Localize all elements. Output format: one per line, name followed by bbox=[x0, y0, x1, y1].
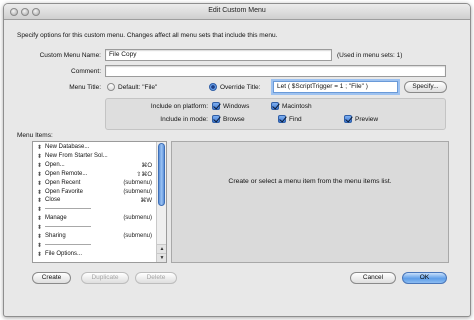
menu-item-shortcut: ⇧⌘O bbox=[136, 171, 152, 178]
duplicate-button[interactable]: Duplicate bbox=[81, 272, 129, 284]
title-bar: Edit Custom Menu bbox=[4, 4, 470, 20]
override-title-label: Override Title: bbox=[220, 84, 261, 91]
menu-item-row[interactable]: ⬍ New From Starter Sol... bbox=[33, 152, 155, 161]
default-title-radio[interactable] bbox=[107, 83, 115, 91]
menu-item-name: File Options... bbox=[45, 250, 83, 257]
macintosh-checkbox[interactable] bbox=[271, 102, 279, 110]
menu-item-row[interactable]: ⬍ Open Recent (submenu) bbox=[33, 179, 155, 188]
ok-button[interactable]: OK bbox=[402, 272, 447, 284]
drag-handle-icon[interactable]: ⬍ bbox=[37, 189, 42, 196]
used-in-menu-sets: (Used in menu sets: 1) bbox=[337, 52, 403, 59]
menu-item-shortcut: (submenu) bbox=[123, 188, 152, 195]
find-checkbox[interactable] bbox=[278, 115, 286, 123]
menu-title-label: Menu Title: bbox=[69, 84, 101, 91]
dialog-description: Specify options for this custom menu. Ch… bbox=[17, 32, 278, 39]
menu-item-name: ----------------------- bbox=[45, 206, 91, 213]
menu-item-row[interactable]: ⬍ Close ⌘W bbox=[33, 196, 155, 205]
browse-checkbox[interactable] bbox=[212, 115, 220, 123]
drag-handle-icon[interactable]: ⬍ bbox=[37, 162, 42, 169]
edit-custom-menu-dialog: Edit Custom Menu Specify options for thi… bbox=[3, 3, 471, 317]
delete-button[interactable]: Delete bbox=[135, 272, 177, 284]
menu-item-row[interactable]: ⬍ Sharing (submenu) bbox=[33, 232, 155, 241]
menu-items-list[interactable]: ⬍ New Database... ⬍ New From Starter Sol...… bbox=[32, 141, 167, 263]
menu-item-row[interactable]: ⬍ Open... ⌘O bbox=[33, 161, 155, 170]
menu-item-shortcut: ⌘O bbox=[141, 162, 152, 169]
find-label: Find bbox=[289, 116, 302, 123]
menu-item-detail-panel: Create or select a menu item from the me… bbox=[171, 141, 449, 263]
drag-handle-icon[interactable]: ⬍ bbox=[37, 171, 42, 178]
override-title-field[interactable]: Let ( $ScriptTrigger = 1 ; "File" ) bbox=[273, 81, 398, 93]
drag-handle-icon[interactable]: ⬍ bbox=[37, 206, 42, 213]
menu-item-shortcut: (submenu) bbox=[123, 233, 152, 239]
scroll-down-arrow-icon[interactable]: ▼ bbox=[157, 253, 166, 262]
windows-checkbox[interactable] bbox=[212, 102, 220, 110]
preview-checkbox[interactable] bbox=[344, 115, 352, 123]
override-title-radio[interactable] bbox=[209, 83, 217, 91]
menu-item-name: Sharing bbox=[45, 233, 66, 239]
include-mode-label: Include in mode: bbox=[160, 116, 208, 123]
window-title: Edit Custom Menu bbox=[208, 7, 266, 14]
scrollbar-thumb[interactable] bbox=[158, 143, 165, 206]
menu-item-row[interactable]: ⬍ File Options... bbox=[33, 250, 155, 259]
specify-button[interactable]: Specify... bbox=[404, 81, 447, 93]
drag-handle-icon[interactable]: ⬍ bbox=[37, 242, 42, 249]
drag-handle-icon[interactable]: ⬍ bbox=[37, 233, 42, 240]
comment-field[interactable] bbox=[105, 65, 446, 77]
menu-item-row[interactable]: ⬍ New Database... bbox=[33, 143, 155, 152]
menu-items-label: Menu Items: bbox=[17, 132, 53, 139]
menu-item-name: Open... bbox=[45, 161, 65, 168]
custom-menu-name-field[interactable]: File Copy bbox=[105, 49, 332, 61]
browse-label: Browse bbox=[223, 116, 245, 123]
menu-item-name: Close bbox=[45, 197, 61, 204]
drag-handle-icon[interactable]: ⬍ bbox=[37, 153, 42, 160]
create-button[interactable]: Create bbox=[32, 272, 71, 284]
drag-handle-icon[interactable]: ⬍ bbox=[37, 144, 42, 151]
preview-label: Preview bbox=[355, 116, 379, 123]
menu-item-row[interactable]: ⬍ Manage (submenu) bbox=[33, 214, 155, 223]
windows-label: Windows bbox=[223, 103, 250, 110]
drag-handle-icon[interactable]: ⬍ bbox=[37, 180, 42, 187]
menu-item-name: New Database... bbox=[45, 144, 90, 150]
menu-item-name: Manage bbox=[45, 215, 67, 222]
default-title-label: Default: "File" bbox=[118, 84, 158, 91]
menu-items-scrollbar[interactable]: ▲ ▼ bbox=[156, 142, 166, 262]
menu-item-shortcut: ⌘W bbox=[140, 198, 152, 205]
menu-item-name: Open Recent bbox=[45, 179, 81, 186]
custom-menu-name-label: Custom Menu Name: bbox=[39, 52, 101, 59]
menu-item-name: ----------------------- bbox=[45, 224, 91, 231]
menu-item-name: Open Remote... bbox=[45, 170, 88, 177]
drag-handle-icon[interactable]: ⬍ bbox=[37, 224, 42, 231]
menu-item-name: ----------------------- bbox=[45, 241, 91, 248]
menu-item-shortcut: (submenu) bbox=[123, 215, 152, 222]
drag-handle-icon[interactable]: ⬍ bbox=[37, 215, 42, 222]
drag-handle-icon[interactable]: ⬍ bbox=[37, 197, 42, 204]
menu-item-row[interactable]: ⬍ ----------------------- bbox=[33, 205, 155, 214]
menu-item-shortcut: (submenu) bbox=[123, 179, 152, 186]
cancel-button[interactable]: Cancel bbox=[350, 272, 396, 284]
menu-item-row[interactable]: ⬍ Open Favorite (submenu) bbox=[33, 188, 155, 197]
drag-handle-icon[interactable]: ⬍ bbox=[37, 251, 42, 258]
menu-item-row[interactable]: ⬍ Open Remote... ⇧⌘O bbox=[33, 170, 155, 179]
menu-item-row[interactable]: ⬍ ----------------------- bbox=[33, 241, 155, 250]
comment-label: Comment: bbox=[71, 68, 101, 75]
detail-panel-message: Create or select a menu item from the me… bbox=[228, 178, 392, 185]
scroll-up-arrow-icon[interactable]: ▲ bbox=[157, 244, 166, 253]
include-platform-label: Include on platform: bbox=[150, 103, 208, 110]
menu-item-name: New From Starter Sol... bbox=[45, 152, 108, 159]
menu-item-row[interactable]: ⬍ ----------------------- bbox=[33, 223, 155, 232]
menu-item-name: Open Favorite bbox=[45, 188, 84, 195]
macintosh-label: Macintosh bbox=[282, 103, 312, 110]
